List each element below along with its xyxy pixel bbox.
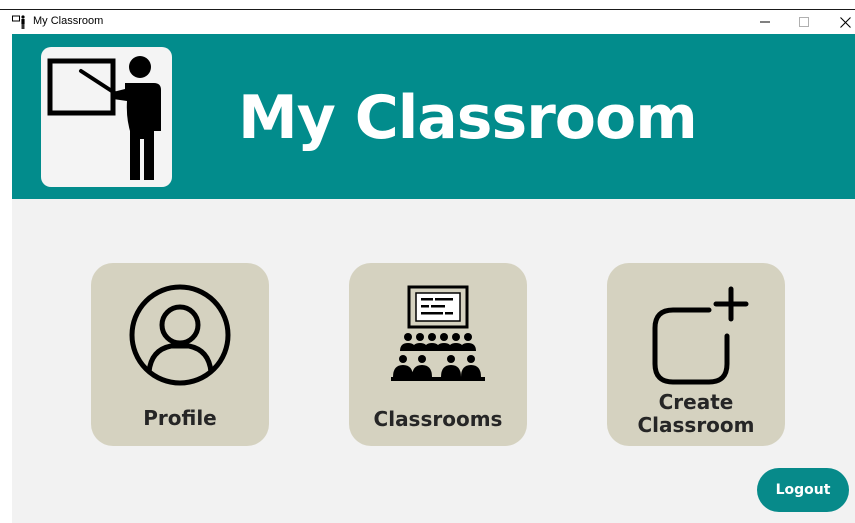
title-bar: My Classroom	[0, 10, 855, 34]
create-classroom-card[interactable]: Create Classroom	[607, 263, 785, 446]
app-icon	[12, 15, 25, 29]
app-header: My Classroom	[12, 34, 855, 199]
classrooms-card-label: Classrooms	[373, 407, 503, 431]
minimize-icon	[760, 21, 770, 23]
app-title: My Classroom	[238, 83, 698, 153]
logout-button[interactable]: Logout	[757, 468, 849, 512]
teacher-at-board-icon	[47, 56, 161, 180]
create-classroom-label-line2: Classroom	[637, 413, 755, 437]
main-content: Profile Classrooms Create Classroom	[12, 199, 855, 523]
logo	[41, 47, 172, 187]
classrooms-card[interactable]: Classrooms	[349, 263, 527, 446]
maximize-icon	[799, 17, 809, 27]
create-classroom-label-line1: Create	[658, 390, 734, 414]
classroom-audience-icon	[391, 285, 485, 381]
profile-card[interactable]: Profile	[91, 263, 269, 446]
close-icon	[839, 16, 851, 28]
add-square-icon	[652, 286, 749, 385]
minimize-button[interactable]	[745, 10, 785, 34]
user-circle-icon	[129, 284, 231, 386]
maximize-button[interactable]	[784, 10, 824, 34]
close-button[interactable]	[825, 10, 855, 34]
profile-card-label: Profile	[143, 406, 217, 430]
window-title: My Classroom	[33, 15, 104, 27]
